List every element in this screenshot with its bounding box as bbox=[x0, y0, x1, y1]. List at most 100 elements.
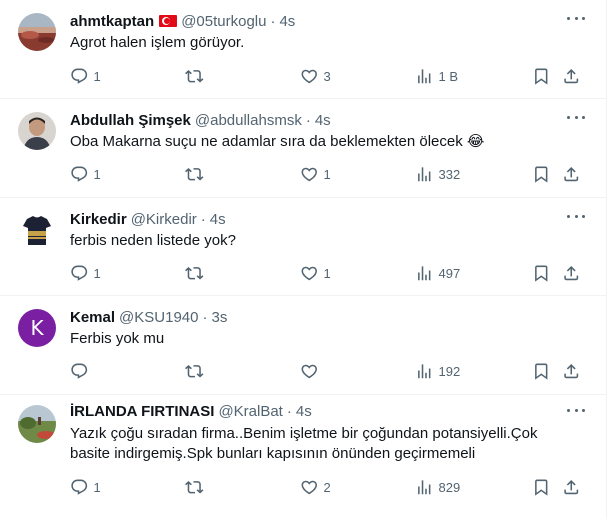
like-count: 2 bbox=[323, 479, 331, 495]
avatar[interactable] bbox=[18, 211, 56, 249]
retweet-button[interactable] bbox=[185, 262, 209, 284]
bookmark-button[interactable] bbox=[532, 65, 551, 87]
views-button[interactable]: 829 bbox=[415, 476, 460, 498]
tweet-feed: ahmtkaptan @05turkoglu · 4s Agrot halen … bbox=[0, 0, 607, 519]
author-name[interactable]: İRLANDA FIRTINASI bbox=[70, 403, 214, 420]
view-count: 332 bbox=[438, 166, 461, 182]
tweet[interactable]: K Kemal @KSU1940 · 3s Ferbis yok mu 192 bbox=[0, 296, 606, 395]
share-icon bbox=[562, 165, 581, 184]
like-button[interactable]: 3 bbox=[300, 65, 331, 87]
avatar[interactable] bbox=[18, 13, 56, 51]
reply-button[interactable] bbox=[70, 360, 94, 382]
author-name[interactable]: Kemal bbox=[70, 309, 115, 326]
retweet-icon bbox=[185, 264, 204, 283]
share-button[interactable] bbox=[562, 163, 581, 185]
more-icon[interactable] bbox=[564, 10, 588, 26]
retweet-button[interactable] bbox=[185, 163, 209, 185]
tweet-actions: 1 1 497 bbox=[70, 262, 590, 284]
more-icon[interactable] bbox=[564, 109, 588, 125]
tweet-text: Yazık çoğu sıradan firma..Benim işletme … bbox=[70, 424, 590, 464]
separator: · bbox=[200, 210, 206, 228]
author-name[interactable]: ahmtkaptan bbox=[70, 13, 154, 30]
retweet-icon bbox=[185, 165, 204, 184]
reply-icon bbox=[70, 362, 89, 381]
views-icon bbox=[415, 67, 434, 86]
timestamp[interactable]: 3s bbox=[211, 309, 227, 326]
view-count: 1 B bbox=[438, 68, 459, 84]
like-button[interactable]: 2 bbox=[300, 476, 331, 498]
timestamp[interactable]: 4s bbox=[279, 13, 295, 30]
retweet-button[interactable] bbox=[185, 360, 209, 382]
avatar[interactable] bbox=[18, 112, 56, 150]
author-name[interactable]: Abdullah Şimşek bbox=[70, 112, 191, 129]
bookmark-button[interactable] bbox=[532, 476, 551, 498]
bookmark-button[interactable] bbox=[532, 360, 551, 382]
share-icon bbox=[562, 478, 581, 497]
views-button[interactable]: 192 bbox=[415, 360, 460, 382]
like-icon bbox=[300, 67, 319, 86]
like-button[interactable]: 1 bbox=[300, 163, 331, 185]
tweet-text: ferbis neden listede yok? bbox=[70, 232, 236, 249]
reply-count: 1 bbox=[93, 479, 101, 495]
avatar[interactable]: K bbox=[18, 309, 56, 347]
author-handle[interactable]: @abdullahsmsk bbox=[195, 112, 302, 129]
author-handle[interactable]: @KralBat bbox=[218, 403, 282, 420]
share-button[interactable] bbox=[562, 360, 581, 382]
author-handle[interactable]: @05turkoglu bbox=[181, 13, 266, 30]
tweet-text: Agrot halen işlem görüyor. bbox=[70, 34, 245, 51]
tweet-text-line: basite indirgemiş.Spk bunları kapısının … bbox=[70, 445, 476, 462]
view-count: 192 bbox=[438, 363, 461, 379]
share-button[interactable] bbox=[562, 262, 581, 284]
views-icon bbox=[415, 478, 434, 497]
bookmark-icon bbox=[532, 67, 551, 86]
retweet-icon bbox=[185, 362, 204, 381]
more-icon[interactable] bbox=[564, 402, 588, 418]
reply-icon bbox=[70, 165, 89, 184]
bookmark-icon bbox=[532, 478, 551, 497]
like-icon bbox=[300, 264, 319, 283]
reply-button[interactable]: 1 bbox=[70, 476, 101, 498]
tweet-actions: 1 2 829 bbox=[70, 476, 590, 498]
like-icon bbox=[300, 165, 319, 184]
like-button[interactable]: 1 bbox=[300, 262, 331, 284]
separator: · bbox=[286, 403, 292, 420]
bookmark-button[interactable] bbox=[532, 163, 551, 185]
share-button[interactable] bbox=[562, 476, 581, 498]
views-icon bbox=[415, 165, 434, 184]
reply-button[interactable]: 1 bbox=[70, 163, 101, 185]
views-button[interactable]: 497 bbox=[415, 262, 460, 284]
share-icon bbox=[562, 362, 581, 381]
like-count: 1 bbox=[323, 166, 331, 182]
retweet-button[interactable] bbox=[185, 476, 209, 498]
tweet-text-line: Yazık çoğu sıradan firma..Benim işletme … bbox=[70, 425, 538, 442]
reply-button[interactable]: 1 bbox=[70, 262, 101, 284]
like-button[interactable] bbox=[300, 360, 324, 382]
views-button[interactable]: 1 B bbox=[415, 65, 458, 87]
timestamp[interactable]: 4s bbox=[210, 211, 226, 228]
author-handle[interactable]: @KSU1940 bbox=[119, 309, 198, 326]
reply-count: 1 bbox=[93, 265, 101, 281]
share-icon bbox=[562, 264, 581, 283]
more-icon[interactable] bbox=[564, 208, 588, 224]
tweet[interactable]: ahmtkaptan @05turkoglu · 4s Agrot halen … bbox=[0, 0, 606, 99]
reply-icon bbox=[70, 478, 89, 497]
like-icon bbox=[300, 362, 319, 381]
tweet[interactable]: Kirkedir @Kirkedir · 4s ferbis neden lis… bbox=[0, 198, 606, 296]
view-count: 829 bbox=[438, 479, 461, 495]
tweet[interactable]: Abdullah Şimşek @abdullahsmsk · 4s Oba M… bbox=[0, 99, 606, 198]
views-button[interactable]: 332 bbox=[415, 163, 460, 185]
reply-icon bbox=[70, 264, 89, 283]
timestamp[interactable]: 4s bbox=[296, 403, 312, 420]
timestamp[interactable]: 4s bbox=[315, 112, 331, 129]
bookmark-button[interactable] bbox=[532, 262, 551, 284]
retweet-icon bbox=[185, 478, 204, 497]
tweet-text: Oba Makarna suçu ne adamlar sıra da bekl… bbox=[70, 133, 485, 150]
reply-button[interactable]: 1 bbox=[70, 65, 101, 87]
tweet[interactable]: İRLANDA FIRTINASI @KralBat · 4s Yazık ço… bbox=[0, 395, 606, 519]
share-button[interactable] bbox=[562, 65, 581, 87]
retweet-icon bbox=[185, 67, 204, 86]
author-name[interactable]: Kirkedir bbox=[70, 211, 127, 228]
retweet-button[interactable] bbox=[185, 65, 209, 87]
avatar[interactable] bbox=[18, 405, 56, 443]
author-handle[interactable]: @Kirkedir bbox=[131, 211, 197, 228]
